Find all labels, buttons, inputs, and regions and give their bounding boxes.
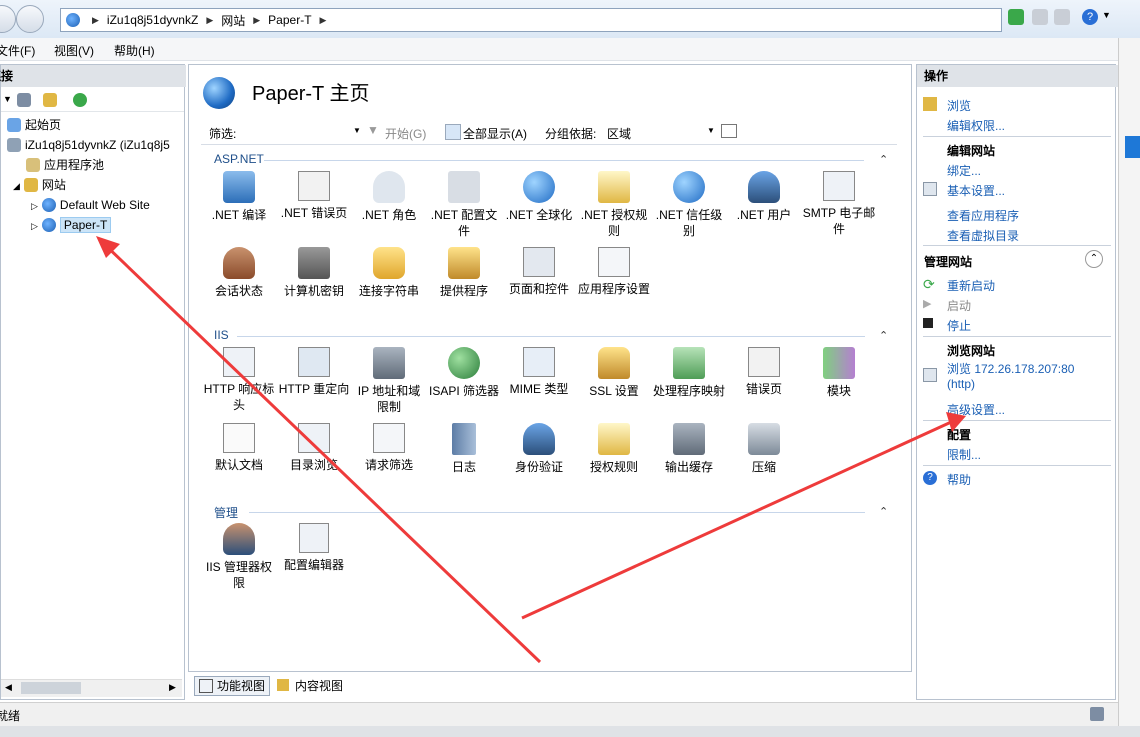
arrow-line bbox=[98, 238, 542, 664]
annotation-arrows bbox=[96, 236, 966, 664]
arrow-line bbox=[521, 416, 961, 620]
arrow-head-icon bbox=[946, 412, 966, 432]
